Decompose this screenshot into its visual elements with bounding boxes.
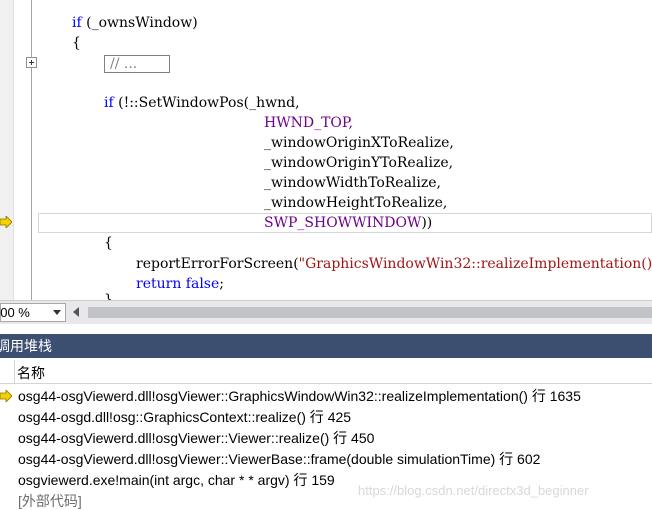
column-header-name: 名称 [17, 365, 45, 381]
watermark-text: https://blog.csdn.net/directx3d_beginner [358, 483, 589, 498]
keyword: if [104, 95, 114, 111]
stack-frame-text: osg44-osgViewerd.dll!osgViewer::Viewer::… [18, 430, 375, 446]
code-token: _windowOriginYToRealize, [264, 155, 454, 171]
code-line: if (_ownsWindow) [72, 13, 198, 33]
string-token: "GraphicsWindowWin32::realizeImplementat… [298, 256, 652, 272]
current-frame-arrow-icon [0, 390, 12, 402]
macro-token: SWP_SHOWWINDOW [264, 215, 422, 231]
column-header[interactable]: 名称 [0, 360, 652, 384]
code-token: { [72, 35, 81, 51]
panel-title: 调用堆栈 [0, 338, 52, 354]
stack-frame-row[interactable]: osg44-osgViewerd.dll!osgViewer::Viewer::… [0, 428, 652, 449]
collapsed-region[interactable]: // ... [104, 55, 170, 73]
horizontal-scrollbar-thumb[interactable] [88, 307, 652, 318]
code-line: _windowOriginYToRealize, [264, 153, 453, 173]
code-token: } [104, 292, 113, 300]
code-line: _windowOriginXToRealize, [264, 133, 454, 153]
code-token: _windowHeightToRealize, [264, 195, 448, 211]
code-text: if (_ownsWindow) { // ... if (!::SetWind… [0, 0, 652, 300]
code-token: { [104, 235, 113, 251]
editor-bottom-bar: 100 % [0, 300, 652, 324]
keyword: return [136, 276, 182, 292]
code-editor[interactable]: if (_ownsWindow) { // ... if (!::SetWind… [0, 0, 652, 300]
stack-frame-row[interactable]: osg44-osgViewerd.dll!osgViewer::ViewerBa… [0, 449, 652, 470]
code-line: if (!::SetWindowPos(_hwnd, [104, 93, 300, 113]
stack-frame-text: osg44-osgViewerd.dll!osgViewer::ViewerBa… [18, 451, 541, 467]
code-line: HWND_TOP, [264, 113, 353, 133]
code-line: // ... [104, 54, 170, 74]
keyword: if [72, 15, 82, 31]
column-divider [14, 360, 15, 384]
zoom-dropdown[interactable]: 100 % [0, 303, 66, 322]
code-line: return false; [136, 274, 224, 294]
code-line: reportErrorForScreen("GraphicsWindowWin3… [136, 254, 652, 274]
code-line: } [104, 290, 113, 300]
keyword: false [185, 276, 220, 292]
code-token: _windowWidthToRealize, [264, 175, 441, 191]
stack-frame-row[interactable]: osg44-osgViewerd.dll!osgViewer::Graphics… [0, 386, 652, 407]
call-stack-title-bar[interactable]: 调用堆栈 [0, 334, 652, 358]
code-token: reportErrorForScreen( [136, 256, 299, 272]
stack-frame-text: [外部代码] [18, 493, 82, 509]
stack-frame-text: osg44-osgd.dll!osg::GraphicsContext::rea… [18, 409, 352, 425]
code-token: )) [421, 215, 433, 231]
zoom-value: 100 % [0, 305, 30, 320]
code-line: { [72, 33, 81, 53]
code-token: _windowOriginXToRealize, [264, 135, 454, 151]
stack-frame-row[interactable]: osg44-osgd.dll!osg::GraphicsContext::rea… [0, 407, 652, 428]
code-line: SWP_SHOWWINDOW)) [264, 213, 432, 233]
stack-frame-text: osgviewerd.exe!main(int argc, char * * a… [18, 472, 335, 488]
scroll-left-icon[interactable] [73, 307, 79, 317]
macro-token: HWND_TOP, [264, 115, 353, 131]
code-token: ; [219, 276, 224, 292]
code-line: _windowWidthToRealize, [264, 173, 441, 193]
code-line: { [104, 233, 113, 253]
stack-frame-text: osg44-osgViewerd.dll!osgViewer::Graphics… [18, 388, 581, 404]
code-line: _windowHeightToRealize, [264, 193, 447, 213]
code-token: (_ownsWindow) [81, 15, 198, 31]
code-token: (!::SetWindowPos(_hwnd, [113, 95, 300, 111]
chevron-down-icon[interactable] [53, 310, 61, 315]
